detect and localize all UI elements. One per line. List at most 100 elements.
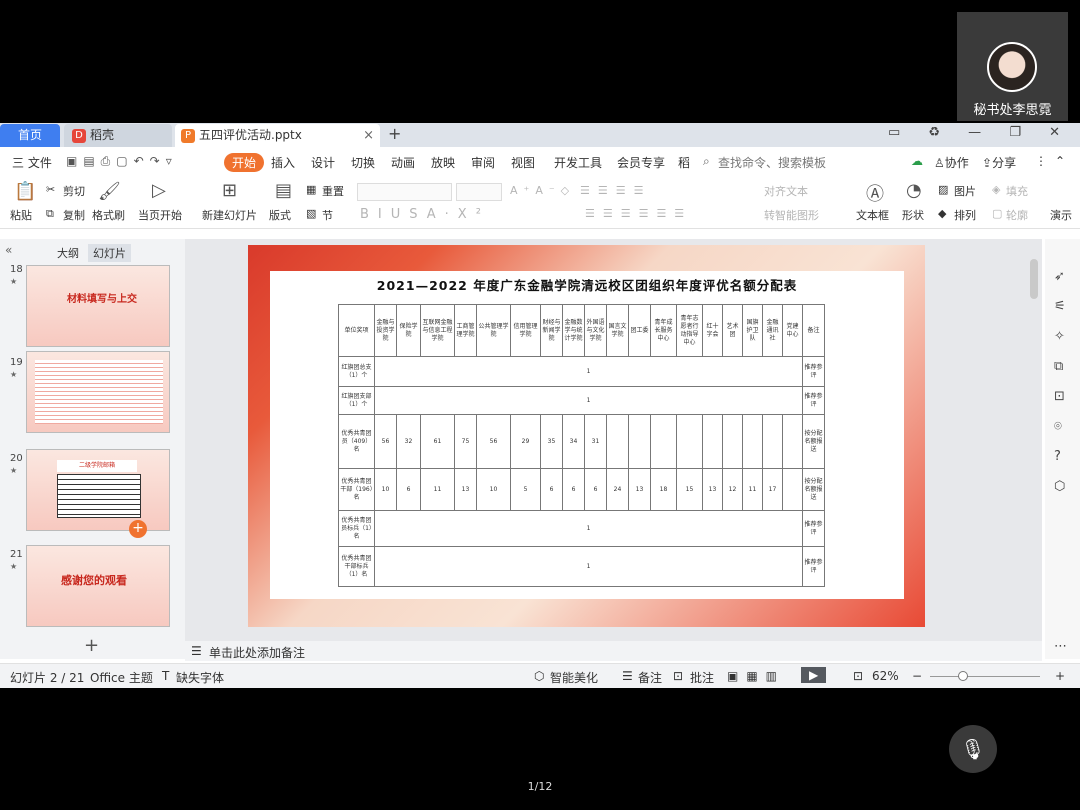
row-label: 优秀共青团干部标兵（1）名 <box>338 546 375 587</box>
tab-slides[interactable]: 幻灯片 <box>88 244 131 262</box>
shape-button[interactable]: 形状 <box>902 207 924 223</box>
slide-thumb-20[interactable]: 二级学院邮箱 <box>26 449 170 531</box>
present-button[interactable]: 演示 <box>1050 207 1072 223</box>
beautify-button[interactable]: 智能美化 <box>550 669 598 686</box>
paste-icon: 📋 <box>14 181 37 202</box>
align-icons[interactable]: ☰☰☰☰☰☰ <box>585 207 692 220</box>
menu-view[interactable]: 视图 <box>511 154 535 171</box>
close-icon[interactable]: × <box>363 124 374 147</box>
row-note: 推荐参评 <box>802 546 825 587</box>
menu-review[interactable]: 审阅 <box>471 154 495 171</box>
layout-button[interactable]: 版式 <box>269 207 291 223</box>
zoom-slider[interactable] <box>930 676 1040 677</box>
reset-button[interactable]: 重置 <box>322 183 344 199</box>
textbox-button[interactable]: 文本框 <box>856 207 889 223</box>
notes-toggle-button[interactable]: 备注 <box>638 669 662 686</box>
menu-start[interactable]: 开始 <box>224 153 265 172</box>
font-size-combo[interactable] <box>456 183 502 201</box>
align-text-button[interactable]: 对齐文本 <box>764 183 808 199</box>
beautify-icon: ⬡ <box>534 669 545 683</box>
wps-window: 首页 D 稻壳 P 五四评优活动.pptx × + ▭ ♻ — ❐ ✕ 三 文件 ▣▤… <box>0 123 1080 688</box>
menu-animation[interactable]: 动画 <box>391 154 415 171</box>
more-icon[interactable]: ⋯ <box>1054 639 1067 654</box>
format-painter-button[interactable]: 格式刷 <box>92 207 125 223</box>
window-icon[interactable]: ⧉ <box>1054 359 1063 374</box>
tab-docer[interactable]: D 稻壳 <box>64 124 172 147</box>
mic-muted-icon[interactable]: 🎙 <box>949 725 997 773</box>
outline-button[interactable]: 轮廓 <box>1006 207 1028 223</box>
collapse-icon[interactable]: ⌃ <box>1055 154 1065 168</box>
image-icon[interactable]: ⊡ <box>1054 389 1065 404</box>
quick-access-icons[interactable]: ▣▤⎙▢↶↷▿ <box>66 154 178 169</box>
collab-button[interactable]: ♙协作 <box>934 154 969 171</box>
cube-icon[interactable]: ⬡ <box>1054 479 1065 494</box>
allocation-table: 单位奖项 金融与投资学院 保险学院 互联网金融与信息工程学院 工商管理学院 公共管理学院信… <box>338 304 825 587</box>
table-cell: 56 <box>476 414 511 469</box>
text-style-icons[interactable]: BIUSA·X² <box>360 207 490 222</box>
zoom-in-icon[interactable]: + <box>1055 669 1065 683</box>
window-controls[interactable]: ▭ ♻ — ❐ ✕ <box>888 125 1072 140</box>
font-name-combo[interactable] <box>357 183 452 201</box>
more-icon[interactable]: ⋮ <box>1035 154 1047 168</box>
slide-thumb-19[interactable] <box>26 351 170 433</box>
from-current-button[interactable]: 当页开始 <box>138 207 182 223</box>
comment-button[interactable]: 批注 <box>690 669 714 686</box>
table-cell: 11 <box>742 468 763 511</box>
slide-pane: « 大纲 幻灯片 材料填写与上交 18 ★ 19 ★ 二级学院邮箱 20 ★ + 感谢… <box>0 239 185 659</box>
slide-canvas[interactable]: 2021—2022 年度广东金融学院清远校区团组织年度评优名额分配表 单位奖项金… <box>248 245 925 627</box>
sparkle-icon[interactable]: ✧ <box>1054 329 1065 344</box>
play-button[interactable]: ▶ <box>801 667 827 683</box>
menu-switch[interactable]: 切换 <box>351 154 375 171</box>
zoom-out-icon[interactable]: − <box>912 669 922 683</box>
convert-smartart-button[interactable]: 转智能图形 <box>764 207 819 223</box>
new-slide-button[interactable]: 新建幻灯片 <box>202 207 257 223</box>
slide-thumb-18[interactable]: 材料填写与上交 <box>26 265 170 347</box>
cut-button[interactable]: 剪切 <box>63 183 85 199</box>
fit-icon[interactable]: ⊡ <box>853 669 863 683</box>
table-cell <box>650 414 677 469</box>
zoom-level[interactable]: 62% <box>872 669 899 683</box>
view-mode-icons[interactable]: ▣▦▥ <box>727 669 785 683</box>
slide-thumb-21[interactable]: 感谢您的观看 <box>26 545 170 627</box>
arrange-button[interactable]: 排列 <box>954 207 976 223</box>
menu-file[interactable]: 三 文件 <box>12 154 52 171</box>
magic-icon[interactable]: ⚟ <box>1054 299 1066 314</box>
layout-icon: ▤ <box>275 180 293 201</box>
help-icon[interactable]: ? <box>1054 449 1061 464</box>
collapse-pane-icon[interactable]: « <box>5 243 12 257</box>
location-icon[interactable]: ⌾ <box>1054 419 1062 434</box>
search-input[interactable]: 查找命令、搜索模板 <box>718 154 826 171</box>
theme-name[interactable]: Office 主题 <box>90 669 153 686</box>
new-tab-button[interactable]: + <box>388 124 401 143</box>
cloud-icon: ☁ <box>911 154 923 168</box>
scrollbar-thumb[interactable] <box>1030 259 1038 299</box>
tab-outline[interactable]: 大纲 <box>57 245 79 261</box>
thumb-text: 材料填写与上交 <box>67 294 137 305</box>
missing-font-button[interactable]: 缺失字体 <box>176 669 224 686</box>
section-button[interactable]: 节 <box>322 207 333 223</box>
menu-member[interactable]: 会员专享 <box>617 154 665 171</box>
add-slide-button[interactable]: + <box>84 635 99 656</box>
table-header-cell: 单位奖项 <box>338 304 375 357</box>
paste-button[interactable]: 粘贴 <box>10 207 32 223</box>
add-slide-icon[interactable]: + <box>129 520 147 538</box>
table-cell: 11 <box>420 468 455 511</box>
menu-insert[interactable]: 插入 <box>271 154 295 171</box>
zoom-slider-handle[interactable] <box>958 671 968 681</box>
menu-more[interactable]: 稻 <box>678 154 690 171</box>
table-cell: 15 <box>676 468 703 511</box>
share-button[interactable]: ⇪分享 <box>982 154 1016 171</box>
rocket-icon[interactable]: ➶ <box>1054 269 1065 284</box>
picture-button[interactable]: 图片 <box>954 183 976 199</box>
fill-button[interactable]: 填充 <box>1006 183 1028 199</box>
tab-home[interactable]: 首页 <box>0 124 60 147</box>
table-row: 优秀共青团员标兵（1）名 1 推荐参评 <box>338 510 825 547</box>
font-tools-icons[interactable]: A⁺A⁻◇ <box>510 184 575 197</box>
list-icons[interactable]: ☰☰☰☰ <box>580 184 651 197</box>
menu-design[interactable]: 设计 <box>311 154 335 171</box>
notes-bar[interactable]: ☰ 单击此处添加备注 <box>185 641 1042 661</box>
tab-file[interactable]: P 五四评优活动.pptx × <box>175 124 380 147</box>
copy-button[interactable]: 复制 <box>63 207 85 223</box>
menu-slideshow[interactable]: 放映 <box>431 154 455 171</box>
menu-dev[interactable]: 开发工具 <box>554 154 602 171</box>
